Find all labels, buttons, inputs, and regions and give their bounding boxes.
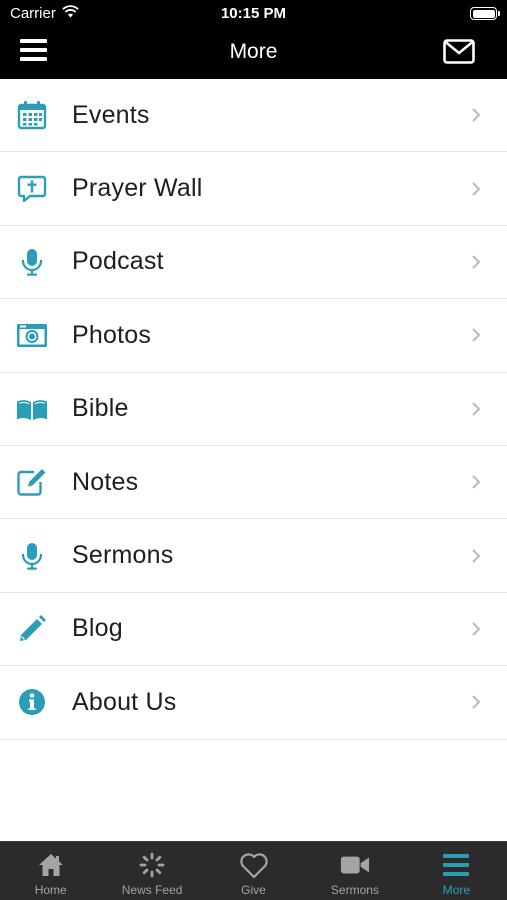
menu-item-label: About Us: [72, 687, 177, 716]
menu-item-sermons[interactable]: Sermons: [0, 519, 507, 593]
chevron-right-icon: [472, 475, 481, 489]
video-camera-icon: [340, 851, 370, 879]
tab-bar: Home News Feed Give Sermons More: [0, 841, 507, 900]
chevron-right-icon: [472, 255, 481, 269]
mail-icon: [443, 39, 475, 64]
status-time: 10:15 PM: [220, 5, 287, 22]
chevron-right-icon: [472, 622, 481, 636]
pencil-icon: [16, 613, 48, 645]
mail-button[interactable]: [443, 39, 479, 67]
page-title: More: [229, 40, 278, 63]
more-menu-list: Events Prayer Wall Podcast Photos Bible: [0, 79, 507, 841]
open-book-icon: [16, 393, 48, 425]
chevron-right-icon: [472, 548, 481, 563]
camera-icon: [16, 319, 48, 351]
tab-give[interactable]: Give: [203, 842, 304, 900]
prayer-bubble-icon: [16, 173, 48, 205]
calendar-icon: [16, 99, 48, 131]
info-icon: [16, 686, 48, 718]
tab-label: More: [442, 883, 470, 897]
menu-item-label: Prayer Wall: [72, 174, 203, 203]
menu-item-label: Sermons: [72, 541, 174, 570]
chevron-right-icon: [472, 695, 481, 710]
menu-item-label: Notes: [72, 467, 139, 496]
chevron-right-icon: [472, 108, 481, 122]
menu-item-events[interactable]: Events: [0, 79, 507, 153]
menu-item-notes[interactable]: Notes: [0, 446, 507, 520]
menu-icon: [441, 851, 471, 879]
menu-item-photos[interactable]: Photos: [0, 299, 507, 373]
chevron-right-icon: [472, 328, 481, 343]
refresh-icon: [137, 851, 167, 879]
status-bar: Carrier 10:15 PM: [0, 0, 507, 28]
menu-item-podcast[interactable]: Podcast: [0, 226, 507, 300]
tab-home[interactable]: Home: [0, 842, 101, 900]
microphone-icon: [16, 246, 48, 278]
microphone-icon: [16, 540, 48, 572]
menu-item-blog[interactable]: Blog: [0, 593, 507, 667]
tab-label: News Feed: [121, 883, 183, 897]
menu-item-label: Events: [72, 100, 150, 129]
menu-item-about-us[interactable]: About Us: [0, 666, 507, 740]
edit-note-icon: [16, 466, 48, 498]
menu-item-label: Photos: [72, 320, 152, 349]
tab-sermons[interactable]: Sermons: [304, 842, 405, 900]
menu-item-prayer-wall[interactable]: Prayer Wall: [0, 152, 507, 226]
tab-news-feed[interactable]: News Feed: [101, 842, 202, 900]
menu-item-bible[interactable]: Bible: [0, 373, 507, 446]
home-icon: [36, 851, 66, 879]
menu-item-label: Podcast: [72, 247, 164, 276]
heart-icon: [239, 851, 269, 879]
chevron-right-icon: [472, 402, 481, 416]
nav-bar: More: [0, 28, 507, 79]
menu-item-label: Blog: [72, 614, 123, 643]
tab-more[interactable]: More: [406, 842, 507, 900]
chevron-right-icon: [472, 181, 481, 196]
tab-label: Give: [241, 883, 266, 897]
menu-item-label: Bible: [72, 394, 129, 423]
tab-label: Sermons: [330, 883, 379, 897]
battery-icon: [470, 7, 500, 20]
tab-label: Home: [34, 883, 67, 897]
